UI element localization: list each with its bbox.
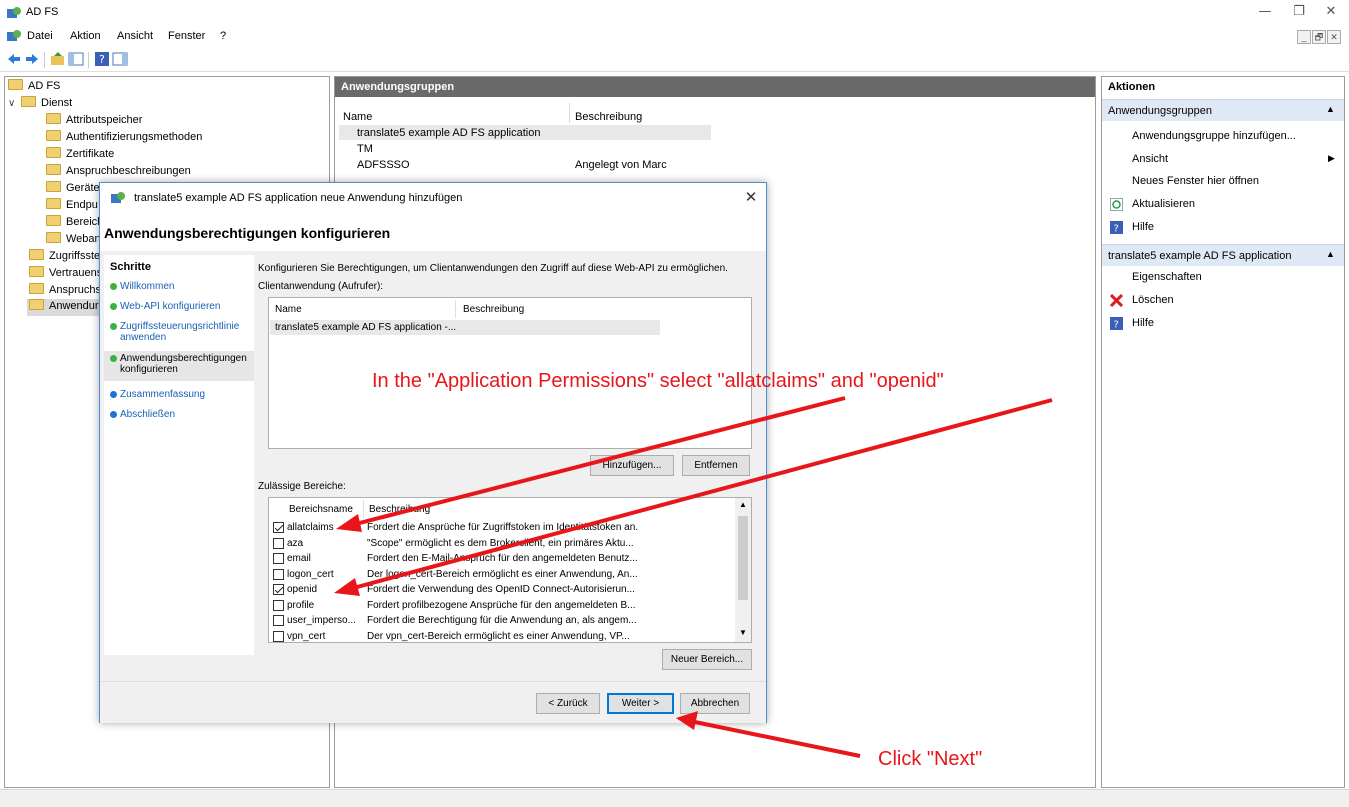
annotation-select-scopes: In the "Application Permissions" select … [372,370,944,392]
arrowhead-openid [334,578,360,596]
arrow-to-allatclaims [347,396,846,528]
arrowhead-allatclaims [336,514,362,532]
arrow-to-openid [345,398,1053,592]
arrowhead-next [676,711,698,730]
annotation-arrows [334,396,1053,758]
annotation-click-next: Click "Next" [878,748,983,770]
arrow-to-next [689,719,861,758]
